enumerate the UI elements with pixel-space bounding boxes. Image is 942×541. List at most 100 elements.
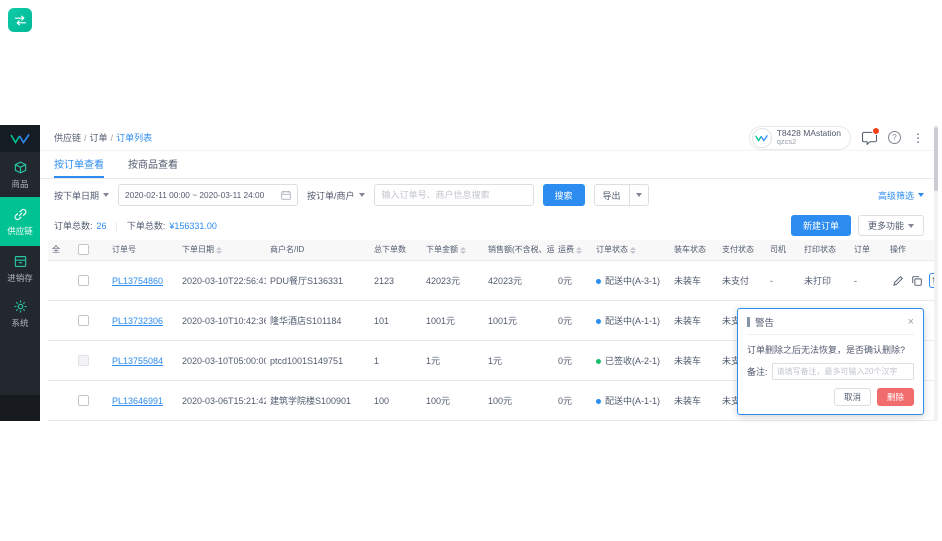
breadcrumb-order-list: 订单列表 — [116, 131, 152, 144]
breadcrumb-separator: / — [111, 133, 114, 143]
summary-bar: 订单总数: 26 | 下单总数: ¥156331.00 新建订单 更多功能 — [40, 212, 934, 239]
date-range-input-box[interactable] — [118, 184, 298, 206]
sidebar-item-system[interactable]: 系统 — [0, 291, 40, 336]
order-date: 2020-03-06T15:21:42 — [178, 381, 266, 421]
driver: - — [766, 261, 800, 301]
popover-header: 警告 × — [747, 315, 914, 335]
box-icon — [13, 160, 28, 175]
note-input[interactable] — [772, 363, 914, 380]
export-label: 导出 — [595, 189, 629, 202]
popover-message: 订单删除之后无法恢复，是否确认删除? — [747, 343, 914, 356]
column-header[interactable]: 下单日期 — [178, 240, 266, 261]
sort-icon[interactable] — [460, 247, 466, 254]
column-header[interactable]: 运费 — [554, 240, 592, 261]
copy-order-icon[interactable] — [910, 273, 925, 288]
view-tabs: 按订单查看 按商品查看 — [40, 151, 934, 178]
merchant-name: 隆华酒店S101184 — [266, 301, 370, 341]
row-checkbox[interactable] — [78, 275, 89, 286]
order-number-link[interactable]: PL13754860 — [112, 276, 163, 286]
order-amount: 1001元 — [422, 301, 484, 341]
order-amount: 42023元 — [422, 261, 484, 301]
vertical-scrollbar[interactable] — [934, 125, 938, 421]
order-qty: 101 — [370, 301, 422, 341]
order-amount-value: ¥156331.00 — [169, 221, 217, 231]
keyword-field-label: 按订单/商户 — [307, 189, 355, 202]
status-dot — [596, 319, 601, 324]
help-button[interactable]: ? — [888, 131, 901, 144]
order-number-link[interactable]: PL13732306 — [112, 316, 163, 326]
export-button[interactable]: 导出 — [594, 184, 649, 206]
column-header: 商户名/ID — [266, 240, 370, 261]
tab-by-product[interactable]: 按商品查看 — [128, 151, 178, 177]
chevron-down-icon — [636, 193, 642, 197]
row-checkbox[interactable] — [78, 395, 89, 406]
app-logo[interactable] — [0, 125, 40, 152]
user-subname: qzcs2 — [777, 138, 841, 147]
print-status: 未打印 — [800, 261, 850, 301]
cancel-button[interactable]: 取消 — [834, 388, 871, 406]
order-amount: 1元 — [422, 341, 484, 381]
export-dropdown-toggle[interactable] — [629, 185, 648, 205]
order-extra: - — [850, 261, 886, 301]
column-header[interactable]: 订单状态 — [592, 240, 670, 261]
sidebar-item-inventory[interactable]: 进销存 — [0, 246, 40, 291]
more-functions-button[interactable]: 更多功能 — [858, 215, 924, 236]
close-icon[interactable]: × — [908, 317, 914, 328]
column-header: 司机 — [766, 240, 800, 261]
edit-order-icon[interactable] — [890, 273, 905, 288]
question-mark-icon: ? — [888, 131, 901, 144]
order-date: 2020-03-10T10:42:36 — [178, 301, 266, 341]
keyword-field-select[interactable]: 按订单/商户 — [307, 189, 365, 202]
breadcrumb-orders[interactable]: 订单 — [90, 131, 108, 144]
merchant-name: ptcd1001S149751 — [266, 341, 370, 381]
inventory-icon — [13, 254, 28, 269]
filter-bar: 按下单日期 按订单/商户 搜索 导出 — [40, 179, 934, 212]
launcher-icon[interactable] — [8, 8, 32, 32]
sort-icon[interactable] — [576, 247, 582, 254]
date-field-select[interactable]: 按下单日期 — [54, 189, 109, 202]
order-status: 已签收(A-2-1) — [592, 341, 670, 381]
confirm-delete-button[interactable]: 删除 — [877, 388, 914, 406]
sidebar-item-goods[interactable]: 商品 — [0, 152, 40, 197]
keyword-search-input[interactable] — [374, 184, 534, 206]
advanced-filter-toggle[interactable]: 高级筛选 — [878, 189, 924, 202]
column-header[interactable]: 下单金额 — [422, 240, 484, 261]
summary-actions: 新建订单 更多功能 — [791, 215, 924, 236]
sort-icon[interactable] — [216, 247, 222, 254]
date-range-input[interactable] — [125, 190, 277, 200]
scrollbar-thumb[interactable] — [934, 127, 938, 191]
order-number-link[interactable]: PL13755084 — [112, 356, 163, 366]
note-row: 备注: — [747, 363, 914, 380]
more-menu-button[interactable]: ⋮ — [912, 131, 924, 145]
sidebar-item-label: 商品 — [11, 178, 28, 190]
column-header: 支付状态 — [718, 240, 766, 261]
search-button[interactable]: 搜索 — [543, 184, 585, 206]
order-status: 配送中(A-1-1) — [592, 301, 670, 341]
load-status: 未装车 — [670, 261, 718, 301]
top-bar: 供应链 / 订单 / 订单列表 T8428 MAstation qzcs2 — [40, 125, 934, 151]
user-menu[interactable]: T8428 MAstation qzcs2 — [749, 126, 851, 150]
order-qty: 100 — [370, 381, 422, 421]
shuffle-arrows-icon — [14, 14, 27, 27]
sidebar-collapse-area[interactable] — [0, 395, 40, 421]
new-order-button[interactable]: 新建订单 — [791, 215, 851, 236]
messages-button[interactable] — [862, 131, 877, 145]
tab-by-order[interactable]: 按订单查看 — [54, 151, 104, 177]
order-number-link[interactable]: PL13646991 — [112, 396, 163, 406]
order-date: 2020-03-10T05:00:00 — [178, 341, 266, 381]
column-header: 订单号 — [108, 240, 178, 261]
sidebar-item-supply-chain[interactable]: 供应链 — [0, 197, 40, 246]
table-row: PL13754860 2020-03-10T22:56:41 PDU餐厅S136… — [48, 261, 934, 301]
sort-icon[interactable] — [630, 247, 636, 254]
status-dot — [596, 279, 601, 284]
sidebar-item-label: 进销存 — [7, 272, 33, 284]
breadcrumb-separator: / — [84, 133, 87, 143]
select-all-checkbox[interactable] — [78, 244, 89, 255]
breadcrumb-supply-chain[interactable]: 供应链 — [54, 131, 81, 144]
column-header: 装车状态 — [670, 240, 718, 261]
row-checkbox[interactable] — [78, 315, 89, 326]
column-header[interactable]: 销售额(不含税、运) — [484, 240, 554, 261]
gear-icon — [13, 299, 28, 314]
note-label: 备注: — [747, 365, 768, 378]
sidebar: 商品 供应链 进销存 系统 — [0, 125, 40, 421]
